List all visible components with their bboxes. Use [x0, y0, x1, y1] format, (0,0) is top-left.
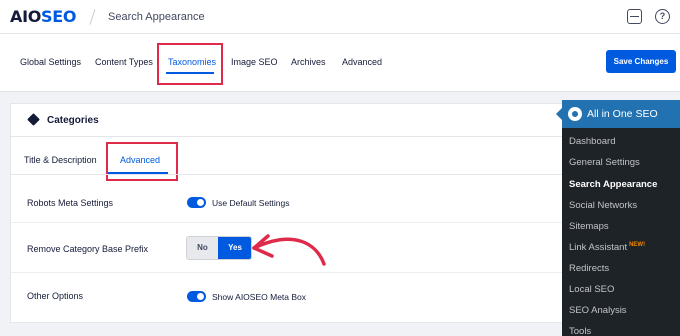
- help-icon[interactable]: ?: [655, 9, 670, 24]
- remove-category-base-label: Remove Category Base Prefix: [27, 244, 149, 254]
- wp-menu-item-dashboard[interactable]: Dashboard: [569, 136, 615, 147]
- aioseo-menu-icon: [568, 107, 582, 121]
- header-divider: [89, 9, 96, 25]
- subtab-title-description[interactable]: Title & Description: [24, 155, 97, 165]
- advanced-highlight-box: [106, 142, 178, 181]
- save-changes-button[interactable]: Save Changes: [606, 50, 676, 73]
- wp-menu-item-local-seo[interactable]: Local SEO: [569, 284, 614, 295]
- tab-archives[interactable]: Archives: [291, 57, 326, 67]
- tag-icon: [27, 113, 40, 126]
- annotation-arrow-icon: [252, 234, 326, 266]
- wp-menu-item-sitemaps[interactable]: Sitemaps: [569, 221, 609, 232]
- aioseo-logo[interactable]: AIOSEO: [10, 7, 77, 26]
- logo-text-seo: SEO: [41, 7, 77, 26]
- use-default-settings-toggle[interactable]: [187, 197, 206, 208]
- use-default-settings-label: Use Default Settings: [212, 198, 290, 208]
- tab-advanced[interactable]: Advanced: [342, 57, 382, 67]
- card-title: Categories: [47, 115, 99, 126]
- new-badge: NEW!: [629, 242, 646, 248]
- row-divider: [11, 272, 579, 273]
- show-meta-box-toggle[interactable]: [187, 291, 206, 302]
- tab-content-types[interactable]: Content Types: [95, 57, 153, 67]
- wp-menu-header[interactable]: All in One SEO: [556, 100, 680, 128]
- show-meta-box-label: Show AIOSEO Meta Box: [212, 292, 307, 302]
- tab-global-settings[interactable]: Global Settings: [20, 57, 81, 67]
- top-header: AIOSEO Search Appearance ?: [0, 0, 680, 34]
- taxonomies-highlight-box: [157, 43, 223, 85]
- wp-menu-title: All in One SEO: [587, 108, 658, 120]
- categories-card: Categories Title & Description Advanced …: [10, 103, 580, 323]
- wp-menu-item-general-settings[interactable]: General Settings: [569, 157, 640, 168]
- wp-menu-item-label: Link Assistant: [569, 242, 628, 253]
- wp-menu-item-social-networks[interactable]: Social Networks: [569, 200, 637, 211]
- wp-menu-item-search-appearance[interactable]: Search Appearance: [569, 179, 657, 190]
- wp-menu-item-redirects[interactable]: Redirects: [569, 263, 609, 274]
- wp-menu-item-seo-analysis[interactable]: SEO Analysis: [569, 305, 627, 316]
- page-title: Search Appearance: [108, 11, 205, 23]
- logo-text-aio: AIO: [10, 7, 42, 26]
- card-header: Categories: [11, 104, 579, 137]
- settings-tabs-bar: Global Settings Content Types Taxonomies…: [0, 34, 680, 92]
- robots-meta-label: Robots Meta Settings: [27, 198, 114, 208]
- wp-admin-submenu: All in One SEO Dashboard General Setting…: [556, 100, 680, 336]
- subtabs-divider: [11, 174, 579, 175]
- tab-image-seo[interactable]: Image SEO: [231, 57, 278, 67]
- notifications-inbox-icon[interactable]: [627, 9, 642, 24]
- wp-menu-item-link-assistant[interactable]: Link Assistant NEW!: [569, 242, 645, 253]
- wp-menu-item-tools[interactable]: Tools: [569, 326, 591, 336]
- no-option-button[interactable]: No: [187, 237, 218, 259]
- other-options-label: Other Options: [27, 291, 84, 301]
